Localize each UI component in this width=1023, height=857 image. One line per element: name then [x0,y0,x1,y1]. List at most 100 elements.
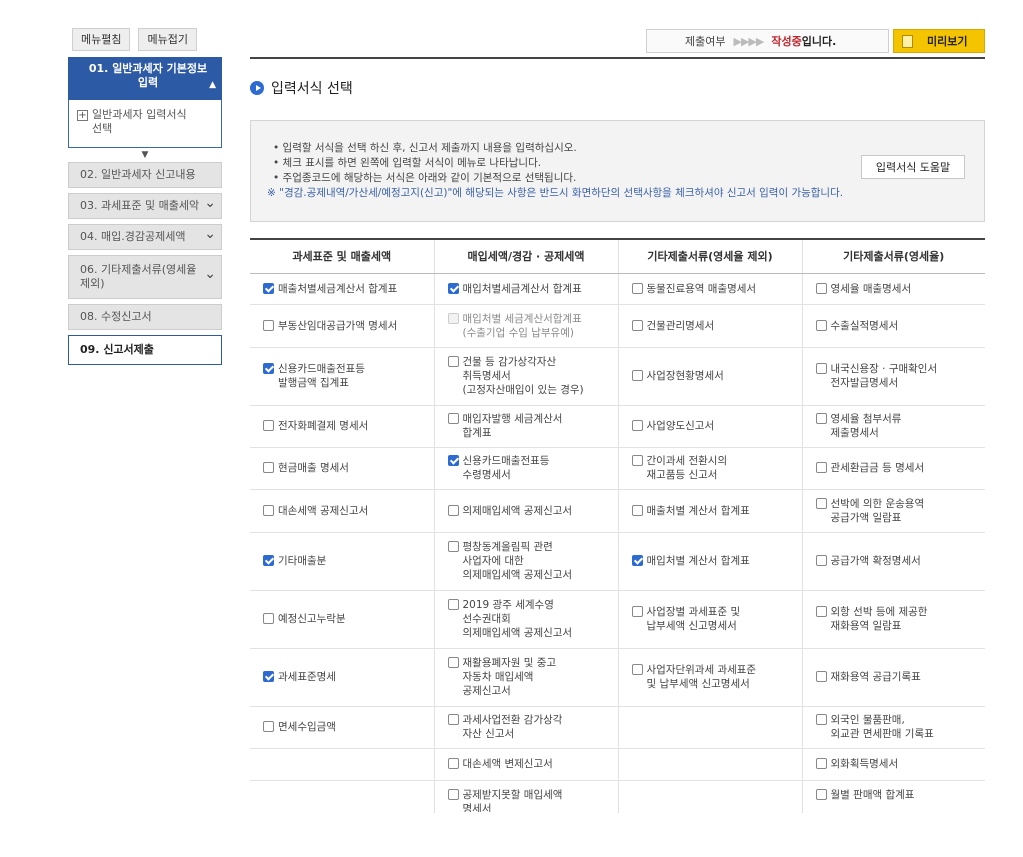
form-option[interactable]: 과세사업전환 감가상각 자산 신고서 [447,713,618,741]
form-option[interactable]: 대손세액 공제신고서 [263,504,434,518]
sidebar-step-3[interactable]: 03. 과세표준 및 매출세악 ⌄ [68,193,222,219]
form-checkbox[interactable] [447,413,459,424]
form-option[interactable]: 재활용폐자원 및 중고 자동차 매입세액 공제신고서 [447,656,618,698]
form-option[interactable]: 외항 선박 등에 제공한 재화용역 일람표 [815,605,986,633]
sidebar-step-5[interactable]: 06. 기타제출서류(영세율 제외) ⌄ [68,255,222,299]
form-option[interactable]: 대손세액 변제신고서 [447,757,618,771]
form-option[interactable]: 사업장현황명세서 [631,369,802,383]
form-option[interactable]: 선박에 의한 운송용역 공급가액 일람표 [815,497,986,525]
form-option[interactable]: 수출실적명세서 [815,319,986,333]
form-checkbox[interactable] [447,758,459,769]
form-option[interactable]: 예정신고누락분 [263,612,434,626]
form-checkbox[interactable] [263,462,274,473]
form-checkbox[interactable] [447,541,459,552]
form-checkbox[interactable] [447,504,459,516]
sidebar-step-2[interactable]: 02. 일반과세자 신고내용 [68,162,222,188]
form-checkbox[interactable] [447,455,459,466]
preview-button[interactable]: 미리보기 [893,29,985,53]
form-checkbox[interactable] [815,758,827,769]
form-checkbox[interactable] [447,356,459,367]
form-option[interactable]: 매입자발행 세금계산서 합계표 [447,412,618,440]
form-option[interactable]: 의제매입세액 공제신고서 [447,504,618,518]
form-option[interactable]: 재화용역 공급기록표 [815,670,986,684]
form-option[interactable]: 월별 판매액 합계표 [815,788,986,812]
form-checkbox[interactable] [263,363,274,374]
form-checkbox[interactable] [815,282,827,294]
form-option[interactable]: 매입처별 계산서 합계표 [631,554,802,568]
sidebar-step-6[interactable]: 08. 수정신고서 [68,304,222,330]
sidebar-step-basic-info[interactable]: 01. 일반과세자 기본정보 입력 ▲ [68,57,222,100]
form-checkbox[interactable] [631,420,643,431]
form-checkbox[interactable] [815,497,827,509]
form-option-label: 외국인 물품판매, 외교관 면세판매 기록표 [830,714,934,740]
form-option[interactable]: 부동산임대공급가액 명세서 [263,319,434,333]
menu-collapse-button[interactable]: 메뉴접기 [138,28,197,51]
form-checkbox[interactable] [447,657,459,668]
form-checkbox[interactable] [815,555,827,566]
form-option[interactable]: 관세환급금 등 명세서 [815,461,986,475]
form-option[interactable]: 영세율 첨부서류 제출명세서 [815,412,986,440]
form-option[interactable]: 건물관리명세서 [631,319,802,333]
form-option[interactable]: 사업장별 과세표준 및 납부세액 신고명세서 [631,605,802,633]
form-checkbox[interactable] [815,606,827,617]
form-checkbox[interactable] [815,319,827,331]
table-body: 매출처별세금계산서 합계표 매입처별세금계산서 합계표 동물진료용역 매출명세서 영세… [250,273,985,813]
form-option[interactable]: 공제받지못할 매입세액 명세서 [447,788,618,812]
form-option[interactable]: 2019 광주 세계수영 선수권대회 의제매입세액 공제신고서 [447,598,618,640]
form-help-button[interactable]: 입력서식 도움말 [861,155,965,179]
sidebar-step-7[interactable]: 09. 신고서제출 [68,335,222,365]
form-checkbox[interactable] [631,455,643,466]
form-option[interactable]: 매출처별 계산서 합계표 [631,504,802,518]
form-checkbox[interactable] [263,613,274,624]
form-checkbox[interactable] [263,555,274,566]
form-checkbox[interactable] [631,370,643,381]
form-option[interactable]: 사업자단위과세 과세표준 및 납부세액 신고명세서 [631,663,802,691]
form-checkbox[interactable] [631,606,643,617]
form-option[interactable]: 매출처별세금계산서 합계표 [263,282,434,296]
form-checkbox[interactable] [631,504,643,516]
form-checkbox[interactable] [815,788,827,800]
form-checkbox[interactable] [263,282,274,294]
form-checkbox[interactable] [447,788,459,800]
form-option[interactable]: 평창동계올림픽 관련 사업자에 대한 의제매입세액 공제신고서 [447,540,618,582]
form-option[interactable]: 외국인 물품판매, 외교관 면세판매 기록표 [815,713,986,741]
form-option[interactable]: 면세수입금액 [263,720,434,734]
form-option[interactable]: 기타매출분 [263,554,434,568]
form-checkbox[interactable] [815,413,827,424]
form-checkbox[interactable] [263,671,274,682]
form-option[interactable]: 내국신용장 · 구매확인서 전자발급명세서 [815,362,986,390]
form-checkbox[interactable] [631,282,643,294]
form-checkbox[interactable] [263,420,274,431]
form-option[interactable]: 영세율 매출명세서 [815,282,986,296]
form-option[interactable]: 간이과세 전환시의 재고품등 신고서 [631,454,802,482]
sidebar-substep-form-select[interactable]: + 일반과세자 입력서식 선택 [68,100,222,148]
form-option[interactable]: 사업양도신고서 [631,419,802,433]
table-cell: 공급가액 확정명세서 [801,532,986,591]
menu-expand-button[interactable]: 메뉴펼침 [72,28,131,51]
form-option[interactable]: 과세표준명세 [263,670,434,684]
form-option[interactable]: 현금매출 명세서 [263,461,434,475]
table-cell: 매입처별세금계산서 합계표 [433,273,618,305]
form-checkbox[interactable] [815,671,827,682]
form-checkbox[interactable] [631,555,643,566]
form-checkbox[interactable] [447,599,459,610]
form-checkbox[interactable] [631,319,643,331]
form-option[interactable]: 건물 등 감가상각자산 취득명세서 (고정자산매입이 있는 경우) [447,355,618,397]
form-checkbox[interactable] [447,282,459,294]
form-checkbox[interactable] [815,363,827,374]
form-option[interactable]: 신용카드매출전표등 수령명세서 [447,454,618,482]
form-option[interactable]: 외화획득명세서 [815,757,986,771]
sidebar-step-4[interactable]: 04. 매입.경감공제세액 ⌄ [68,224,222,250]
form-checkbox[interactable] [815,462,827,473]
form-checkbox[interactable] [263,504,274,516]
form-checkbox[interactable] [263,319,274,331]
form-option[interactable]: 매입처별세금계산서 합계표 [447,282,618,296]
form-option[interactable]: 신용카드매출전표등 발행금액 집계표 [263,362,434,390]
form-checkbox[interactable] [815,714,827,725]
form-option[interactable]: 공급가액 확정명세서 [815,554,986,568]
form-checkbox[interactable] [631,664,643,675]
form-option[interactable]: 동물진료용역 매출명세서 [631,282,802,296]
form-checkbox[interactable] [263,721,274,732]
form-checkbox[interactable] [447,714,459,725]
form-option[interactable]: 전자화폐결제 명세서 [263,419,434,433]
